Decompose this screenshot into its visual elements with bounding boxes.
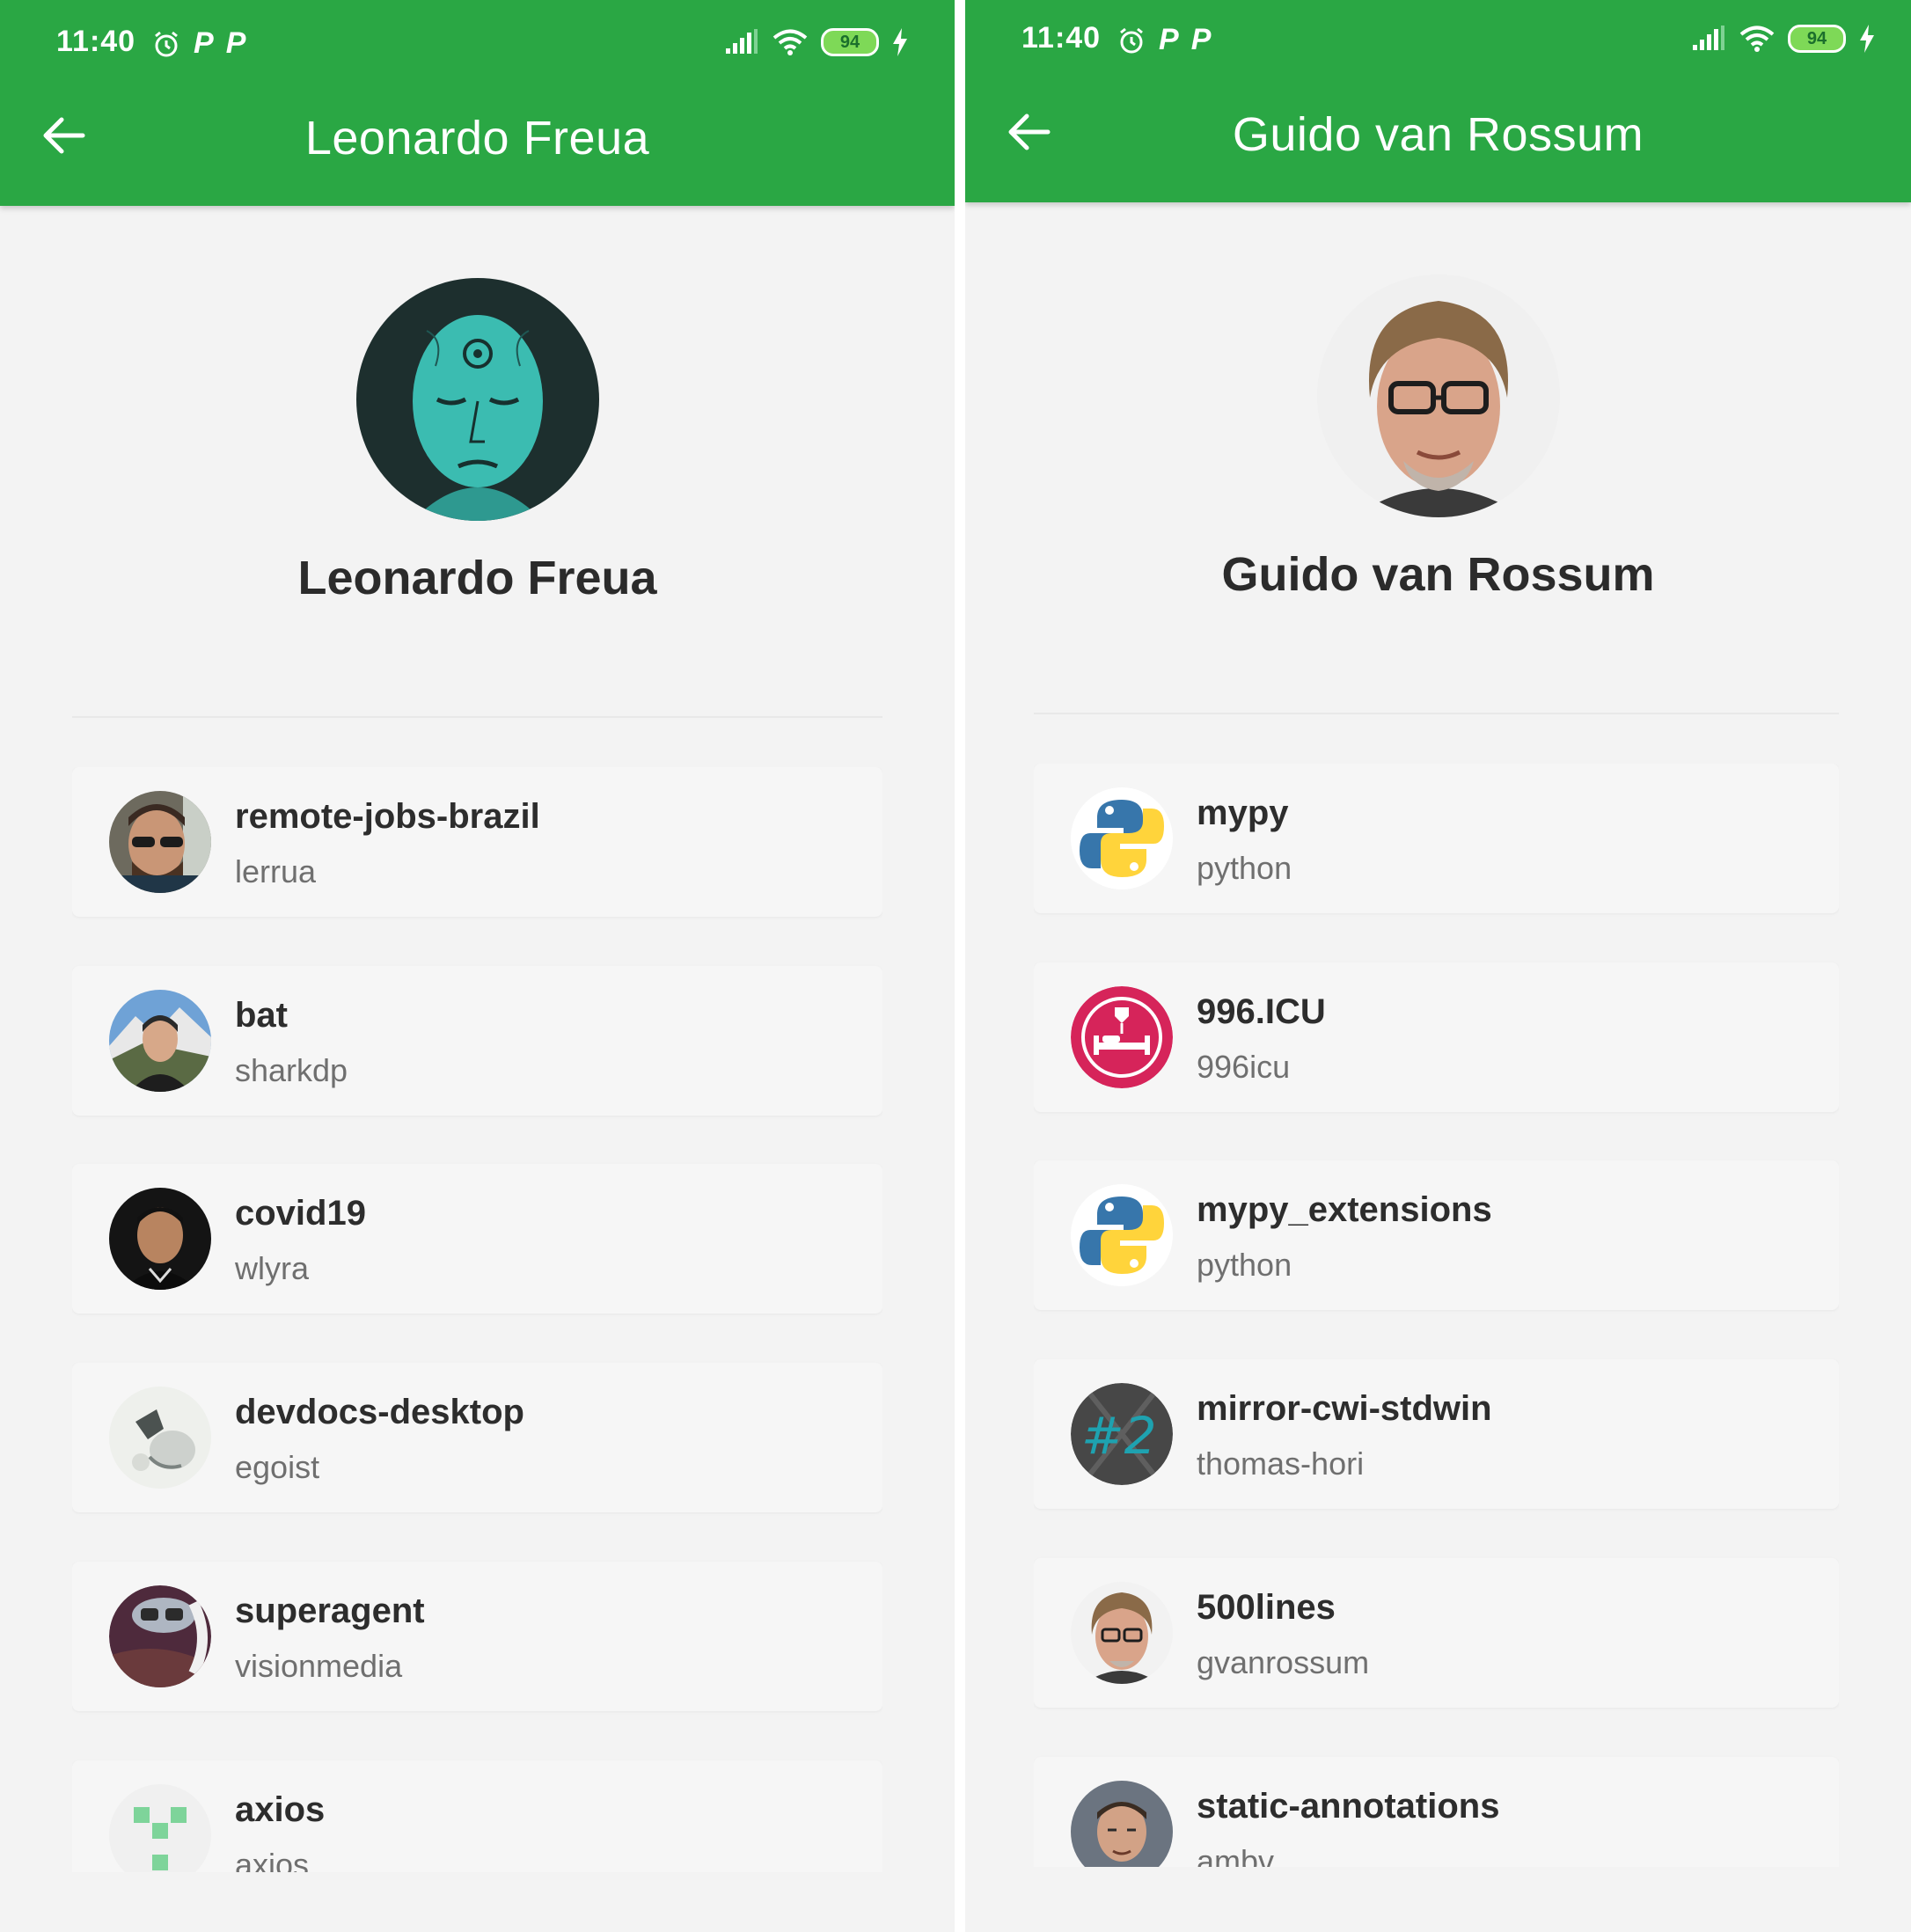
repo-owner: sharkdp (235, 1052, 348, 1088)
owner-avatar (109, 1784, 211, 1872)
owner-avatar (109, 1387, 211, 1489)
repo-owner: visionmedia (235, 1648, 403, 1684)
signal-icon (1693, 26, 1724, 50)
repo-owner: lerrua (235, 853, 317, 889)
parking-icon: P (225, 26, 246, 60)
profile-screen-right: 11:40 P P 94 Guido van Rossum Guido van … (965, 0, 1911, 1932)
owner-avatar (109, 1585, 211, 1687)
owner-avatar (1071, 986, 1173, 1088)
page-title: Guido van Rossum (1232, 108, 1644, 161)
repo-owner: thomas-hori (1197, 1445, 1365, 1482)
repo-card[interactable]: #2 mirror-cwi-stdwin thomas-hori (1034, 1359, 1839, 1509)
battery-level: 94 (1806, 28, 1827, 48)
battery-indicator: 94 (821, 28, 879, 56)
battery-indicator: 94 (1788, 25, 1846, 53)
profile-name: Guido van Rossum (1221, 548, 1655, 601)
repo-card[interactable]: bat sharkdp (72, 966, 882, 1116)
app-bar: 11:40 P P (965, 0, 1911, 202)
svg-text:#2: #2 (1081, 1406, 1157, 1466)
repo-card[interactable]: 500lines gvanrossum (1034, 1558, 1839, 1708)
profile-screen-left: 11:40 P P 94 Leonardo Freua Leonardo Fre… (0, 0, 955, 1932)
wifi-icon (772, 29, 808, 55)
repo-owner: ambv (1197, 1843, 1275, 1867)
bolt-icon (893, 28, 907, 56)
repo-list[interactable]: mypy python 996.ICU 996icu mypy_extensio… (1034, 764, 1839, 1867)
repo-name: devdocs-desktop (235, 1393, 524, 1431)
repo-card[interactable]: devdocs-desktop egoist (72, 1363, 882, 1512)
repo-card[interactable]: 996.ICU 996icu (1034, 962, 1839, 1112)
repo-name: axios (235, 1790, 326, 1829)
parking-icon: P (1190, 23, 1212, 56)
alarm-icon (155, 31, 178, 56)
repo-owner: gvanrossum (1197, 1644, 1370, 1680)
owner-avatar (1071, 1781, 1173, 1867)
repo-name: mirror-cwi-stdwin (1197, 1389, 1492, 1428)
repo-owner: python (1197, 850, 1292, 886)
owner-avatar (1071, 787, 1173, 889)
owner-avatar (1071, 1184, 1173, 1286)
status-bar: 11:40 P P 94 (965, 16, 1911, 65)
owner-avatar (109, 791, 211, 893)
repo-name: 996.ICU (1197, 992, 1326, 1031)
page-title: Leonardo Freua (304, 112, 650, 165)
repo-name: bat (235, 996, 288, 1035)
repo-list[interactable]: remote-jobs-brazil lerrua bat sharkdp co… (72, 767, 882, 1872)
app-bar: 11:40 P P (0, 0, 955, 206)
owner-avatar (109, 990, 211, 1092)
repo-card[interactable]: axios axios (72, 1760, 882, 1872)
repo-name: 500lines (1197, 1588, 1336, 1627)
status-bar: 11:40 P P 94 (0, 19, 955, 69)
repo-card[interactable]: remote-jobs-brazil lerrua (72, 767, 882, 917)
repo-card[interactable]: covid19 wlyra (72, 1164, 882, 1314)
battery-level: 94 (839, 32, 860, 52)
repo-owner: python (1197, 1247, 1292, 1283)
repo-name: static-annotations (1197, 1787, 1500, 1826)
bolt-icon (1860, 25, 1874, 53)
parking-icon: P (1159, 23, 1179, 56)
repo-name: covid19 (235, 1194, 366, 1233)
owner-avatar (109, 1188, 211, 1290)
repo-card[interactable]: superagent visionmedia (72, 1562, 882, 1711)
status-time: 11:40 (1021, 21, 1102, 55)
repo-name: remote-jobs-brazil (235, 797, 540, 836)
signal-icon (726, 29, 758, 54)
repo-owner: wlyra (235, 1250, 310, 1286)
owner-avatar: #2 (1071, 1383, 1173, 1485)
repo-owner: 996icu (1197, 1049, 1291, 1085)
repo-name: superagent (235, 1592, 425, 1630)
repo-card[interactable]: mypy python (1034, 764, 1839, 913)
parking-icon: P (194, 26, 214, 60)
repo-name: mypy (1197, 794, 1289, 832)
status-time: 11:40 (56, 25, 136, 58)
divider (72, 716, 882, 718)
repo-card[interactable]: static-annotations ambv (1034, 1757, 1839, 1867)
profile-avatar (355, 278, 599, 521)
wifi-icon (1739, 26, 1775, 52)
divider (1034, 713, 1839, 714)
profile-name: Leonardo Freua (297, 552, 657, 604)
repo-owner: egoist (235, 1449, 320, 1485)
repo-owner: axios (235, 1847, 310, 1872)
repo-name: mypy_extensions (1197, 1190, 1492, 1229)
owner-avatar (1071, 1582, 1173, 1684)
repo-card[interactable]: mypy_extensions python (1034, 1160, 1839, 1310)
profile-avatar (1316, 274, 1560, 517)
alarm-icon (1120, 27, 1143, 53)
